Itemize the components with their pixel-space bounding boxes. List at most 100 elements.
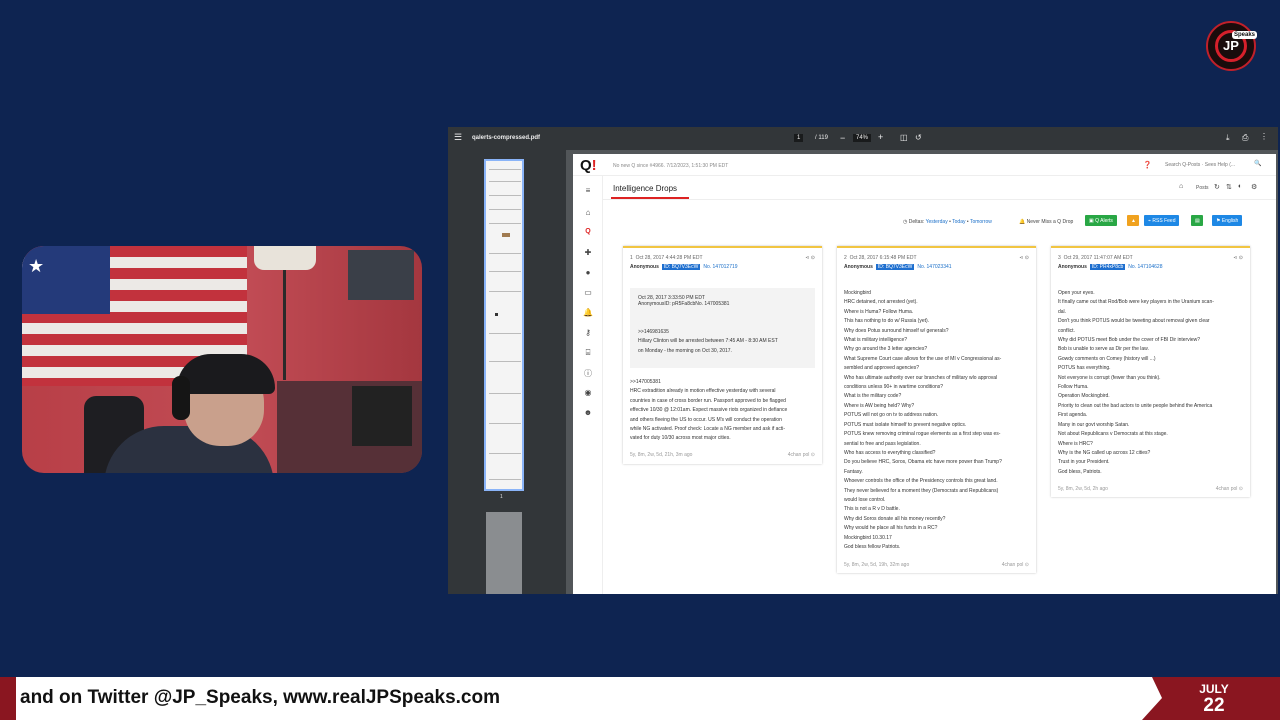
latest-notice: No new Q since #4966. 7/12/2023, 1:51:30… bbox=[613, 163, 729, 169]
q-alerts-button[interactable]: ▣ Q Alerts bbox=[1085, 215, 1117, 226]
delta-yesterday-link[interactable]: Yesterday bbox=[926, 219, 948, 225]
quoted-author-line: AnonymousID: pR5Fa8cbNo. 147005381 bbox=[638, 301, 808, 307]
date-month: JULY bbox=[1199, 682, 1229, 696]
post-author: Anonymous bbox=[844, 264, 873, 270]
lamp-pole bbox=[283, 270, 286, 380]
menu-icon[interactable]: ☰ bbox=[454, 133, 462, 142]
print-icon[interactable]: ⎙ bbox=[1242, 133, 1248, 143]
post-line: would lose control. bbox=[844, 496, 886, 503]
post-line: and others fleeing the US to occur. US M… bbox=[630, 416, 782, 423]
zoom-level[interactable]: 74% bbox=[853, 134, 872, 142]
share-icon[interactable]: ⋖ ⊙ bbox=[1233, 255, 1243, 261]
apple-icon[interactable]: ● bbox=[582, 268, 594, 277]
post-card: 2 Oct 28, 2017 6:15:48 PM EDT Anonymous I… bbox=[837, 246, 1036, 573]
palette-icon[interactable]: ◐ bbox=[1238, 183, 1242, 190]
post-line: POTUS has everything. bbox=[1058, 365, 1111, 372]
pdf-toolbar: ☰ qalerts-compressed.pdf 1 / 119 − 74% +… bbox=[448, 127, 1278, 150]
thumb-image bbox=[502, 233, 510, 237]
breadcrumb-home-icon[interactable]: ⌂ bbox=[1179, 183, 1183, 190]
section-title: Intelligence Drops bbox=[613, 184, 678, 193]
sort-icon[interactable]: ⇅ bbox=[1226, 183, 1232, 191]
language-label: English bbox=[1221, 218, 1239, 224]
quoted-line: Hillary Clinton will be arrested between… bbox=[638, 338, 778, 345]
home-icon[interactable]: ⌂ bbox=[582, 208, 594, 217]
zoom-out-icon[interactable]: − bbox=[840, 133, 845, 143]
post-header: 3 Oct 29, 2017 11:47:07 AM EDT Anonymous… bbox=[1058, 255, 1243, 270]
post-line: Priority to clean out the bad actors to … bbox=[1058, 402, 1213, 409]
flag-canton: ★ bbox=[22, 246, 110, 314]
rss-feed-button[interactable]: ⌁ RSS Feed bbox=[1144, 215, 1180, 226]
language-button[interactable]: ⚑ English bbox=[1212, 215, 1243, 226]
warning-button[interactable]: ▲ bbox=[1127, 215, 1139, 226]
bell-icon[interactable]: 🔔 bbox=[582, 308, 594, 317]
post-footer: 5y, 8m, 2w, 5d, 19h, 32m ago 4chan pol ⊙ bbox=[844, 562, 1029, 568]
users-icon[interactable]: ☻ bbox=[582, 408, 594, 417]
share-icon[interactable]: ⋖ ⊙ bbox=[805, 255, 815, 261]
post-line: God bless fellow Patriots. bbox=[844, 543, 901, 550]
rotate-icon[interactable]: ↺ bbox=[915, 133, 922, 142]
post-line: God bless, Patriots. bbox=[1058, 468, 1102, 475]
q-icon[interactable]: Q bbox=[582, 228, 594, 235]
post-line: Bob is unable to serve as Dir per the la… bbox=[1058, 346, 1149, 353]
hamburger-icon[interactable]: ≡ bbox=[582, 186, 594, 195]
post-line: This has nothing to do w/ Russia (yet). bbox=[844, 318, 930, 325]
post-author-line: Anonymous ID: PR4xP8cb No. 147104628 bbox=[1058, 264, 1243, 270]
wall-poster bbox=[348, 250, 414, 300]
post-no-link[interactable]: No. 147012719 bbox=[703, 264, 737, 270]
post-line: HRC extradition already in motion effect… bbox=[630, 388, 776, 395]
quoted-id-badge: ID: pR5Fa8cb bbox=[664, 301, 696, 307]
post-number: 1 bbox=[630, 255, 633, 261]
page-thumbnail-1[interactable] bbox=[484, 159, 524, 491]
delta-tomorrow-link[interactable]: Tomorrow bbox=[970, 219, 992, 225]
tv-icon[interactable]: ▭ bbox=[582, 288, 594, 297]
post-author-line: Anonymous ID: BQ7V3EcW No. 147023341 bbox=[844, 264, 1029, 270]
clock-icon: ◷ bbox=[903, 219, 908, 225]
quoted-line[interactable]: >>146981635 bbox=[638, 328, 808, 337]
puzzle-icon[interactable]: ✚ bbox=[582, 248, 594, 257]
thumb-line bbox=[489, 169, 521, 170]
zoom-in-icon[interactable]: + bbox=[878, 132, 883, 142]
settings-icon[interactable]: ⚙ bbox=[1251, 183, 1257, 191]
logo-tag: Speaks bbox=[1232, 31, 1258, 39]
q-logo[interactable]: Q! bbox=[580, 157, 597, 174]
post-source[interactable]: 4chan pol ⊙ bbox=[1216, 486, 1243, 492]
post-no-link[interactable]: No. 147023341 bbox=[917, 264, 951, 270]
post-body: Open your eyes. It finally came out that… bbox=[1058, 289, 1243, 477]
fit-page-icon[interactable]: ◫ bbox=[900, 133, 908, 142]
post-line: Trust in your President. bbox=[1058, 459, 1110, 466]
bank-icon[interactable]: ⌸ bbox=[582, 348, 594, 358]
post-author: Anonymous bbox=[1058, 264, 1087, 270]
quoted-no-link[interactable]: No. 147005381 bbox=[695, 301, 729, 307]
thumb-mark bbox=[495, 313, 498, 316]
page-thumbnail-2[interactable] bbox=[486, 512, 522, 594]
post-source[interactable]: 4chan pol ⊙ bbox=[1002, 562, 1029, 568]
download-icon[interactable]: ⤓ bbox=[1226, 133, 1230, 143]
post-no-link[interactable]: No. 147104628 bbox=[1128, 264, 1162, 270]
search-icon[interactable]: 🔍 bbox=[1254, 160, 1261, 167]
android-button[interactable]: ▤ bbox=[1191, 215, 1203, 226]
post-author-line: Anonymous ID: BQ7V3EcW No. 147012719 bbox=[630, 264, 815, 270]
post-source[interactable]: 4chan pol ⊙ bbox=[788, 452, 815, 458]
bell-icon: 🔔 bbox=[1019, 219, 1026, 225]
quoted-header: Oct 28, 2017 3:33:50 PM EDT AnonymousID:… bbox=[638, 295, 808, 307]
site-sidebar: ≡ ⌂ Q ✚ ● ▭ 🔔 ⚷ ⌸ ⓘ ◉ ☻ bbox=[573, 176, 603, 594]
posts-label[interactable]: Posts bbox=[1196, 185, 1209, 191]
search-input[interactable] bbox=[1165, 159, 1265, 170]
page-number-input[interactable]: 1 bbox=[794, 134, 804, 142]
refresh-icon[interactable]: ↻ bbox=[1214, 183, 1220, 191]
headset bbox=[172, 376, 190, 420]
share-icon[interactable]: ⋖ ⊙ bbox=[1019, 255, 1029, 261]
post-line[interactable]: >>147005381 bbox=[630, 378, 815, 387]
info-icon[interactable]: ⓘ bbox=[582, 368, 594, 379]
post-date: 2 Oct 28, 2017 6:15:48 PM EDT bbox=[844, 255, 1029, 261]
more-options-icon[interactable]: ⋮ bbox=[1260, 132, 1268, 141]
key-icon[interactable]: ⚷ bbox=[582, 328, 594, 337]
post-line: Why go around the 3 letter agencies? bbox=[844, 346, 928, 353]
post-date-text: Oct 28, 2017 6:15:48 PM EDT bbox=[849, 255, 917, 261]
filter-bar: ◷ Deltas: Yesterday • Today • Tomorrow 🔔… bbox=[603, 214, 1276, 230]
delta-today-link[interactable]: Today bbox=[952, 219, 965, 225]
help-icon[interactable]: ❓ bbox=[1143, 161, 1152, 169]
post-source-label: 4chan pol bbox=[787, 452, 810, 458]
rss-label: RSS Feed bbox=[1152, 218, 1176, 224]
globe-icon[interactable]: ◉ bbox=[582, 388, 594, 397]
